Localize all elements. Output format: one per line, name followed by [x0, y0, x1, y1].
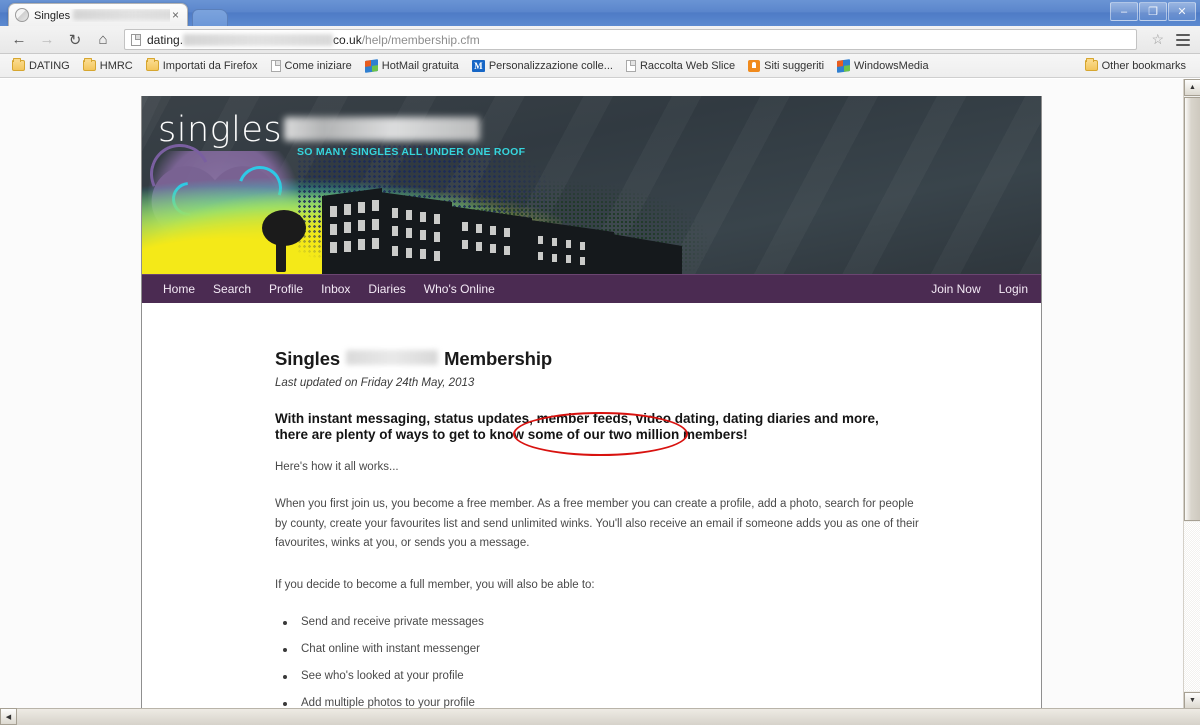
- bookmark-label: HMRC: [99, 59, 133, 72]
- tab-title: Singles: [34, 8, 170, 22]
- home-icon[interactable]: ⌂: [90, 28, 116, 52]
- list-item: Chat online with instant messenger: [275, 643, 1041, 655]
- url-domain: co.uk: [333, 32, 362, 47]
- folder-icon: [12, 58, 25, 71]
- bookmark-item[interactable]: Come iniziare: [265, 58, 358, 74]
- nav-item-diaries[interactable]: Diaries: [359, 282, 414, 296]
- address-bar[interactable]: dating. co.uk/help/membership.cfm: [124, 29, 1138, 50]
- new-tab-button[interactable]: [192, 9, 228, 26]
- site-banner: singles SO MANY SINGLES ALL UNDER ONE RO…: [142, 96, 1041, 274]
- forward-arrow-icon: →: [39, 31, 55, 48]
- bookmark-label: WindowsMedia: [854, 59, 929, 72]
- page-viewport: singles SO MANY SINGLES ALL UNDER ONE RO…: [0, 79, 1200, 709]
- hamburger-menu-icon[interactable]: [1172, 33, 1194, 46]
- tab-title-redacted: [73, 8, 170, 20]
- list-item: Send and receive private messages: [275, 616, 1041, 628]
- other-bookmarks-label: Other bookmarks: [1101, 59, 1186, 72]
- bookmark-star-icon[interactable]: ☆: [1145, 31, 1170, 48]
- last-updated-text: Last updated on Friday 24th May, 2013: [275, 377, 475, 389]
- site-logo-redacted: [284, 117, 481, 141]
- browser-tab[interactable]: Singles ×: [8, 3, 188, 26]
- scroll-left-button[interactable]: ◀: [0, 708, 17, 725]
- url-prefix: dating.: [147, 32, 184, 47]
- browser-toolbar: ← → ↻ ⌂ dating. co.uk/help/membership.cfm…: [0, 26, 1200, 54]
- horizontal-scrollbar-track[interactable]: [17, 708, 1200, 725]
- scroll-up-button[interactable]: ▲: [1184, 79, 1200, 96]
- bookmark-label: DATING: [29, 59, 70, 72]
- vertical-scrollbar-thumb[interactable]: [1184, 97, 1200, 521]
- msn-icon: M: [471, 59, 485, 72]
- horizontal-scrollbar[interactable]: ◀: [0, 708, 1200, 725]
- bookmark-label: Siti suggeriti: [764, 59, 825, 72]
- minimize-button[interactable]: –: [1110, 2, 1138, 21]
- list-item: See who's looked at your profile: [275, 670, 1041, 682]
- bookmark-item[interactable]: DATING: [6, 58, 76, 74]
- page-title-redacted: [346, 350, 439, 365]
- page-icon: [625, 59, 636, 72]
- bookmark-item[interactable]: Raccolta Web Slice: [620, 58, 741, 74]
- how-it-works-subhead: Here's how it all works...: [275, 460, 399, 473]
- bookmark-item[interactable]: M Personalizzazione colle...: [466, 58, 619, 74]
- site-page: singles SO MANY SINGLES ALL UNDER ONE RO…: [141, 96, 1042, 709]
- bulb-icon: [748, 59, 761, 72]
- bookmark-label: Personalizzazione colle...: [488, 59, 613, 72]
- vertical-scrollbar-track[interactable]: [1184, 522, 1200, 691]
- bookmark-item[interactable]: HotMail gratuita: [359, 58, 465, 74]
- page-title-prefix: Singles: [275, 348, 341, 369]
- bookmarks-bar: DATING HMRC Importati da Firefox Come in…: [0, 54, 1200, 78]
- lead-paragraph: With instant messaging, status updates, …: [275, 411, 879, 443]
- tab-close-icon[interactable]: ×: [170, 9, 181, 21]
- city-skyline-graphic: [322, 188, 682, 274]
- join-now-link[interactable]: Join Now: [922, 282, 989, 296]
- scroll-down-button[interactable]: ▼: [1184, 692, 1200, 709]
- bookmark-item[interactable]: HMRC: [77, 58, 139, 74]
- nav-item-profile[interactable]: Profile: [260, 282, 312, 296]
- site-tagline: SO MANY SINGLES ALL UNDER ONE ROOF: [297, 146, 526, 158]
- page-title: Singles Membership: [275, 348, 1041, 370]
- close-button[interactable]: ✕: [1168, 2, 1196, 21]
- maximize-button[interactable]: ❐: [1139, 2, 1167, 21]
- folder-icon: [82, 58, 96, 71]
- windows-icon: [837, 58, 851, 73]
- bookmark-item[interactable]: WindowsMedia: [831, 58, 935, 74]
- page-info-icon: [131, 33, 141, 46]
- free-member-paragraph: When you first join us, you become a fre…: [275, 497, 919, 550]
- windows-icon: [364, 58, 378, 73]
- site-logo-text: singles: [158, 110, 283, 150]
- tab-title-text: Singles: [34, 9, 71, 22]
- site-nav: Home Search Profile Inbox Diaries Who's …: [142, 274, 1041, 303]
- bookmark-item[interactable]: Siti suggeriti: [742, 58, 830, 74]
- browser-window: Singles × – ❐ ✕ ← → ↻ ⌂ dating. co.uk/hel…: [0, 0, 1200, 725]
- tree-silhouette-graphic: [262, 210, 322, 272]
- folder-icon: [1084, 58, 1098, 71]
- url-redacted: [183, 33, 334, 46]
- bookmark-label: Importati da Firefox: [162, 59, 258, 72]
- full-member-paragraph: If you decide to become a full member, y…: [275, 579, 595, 592]
- nav-item-search[interactable]: Search: [204, 282, 260, 296]
- login-link[interactable]: Login: [990, 282, 1037, 296]
- reload-icon[interactable]: ↻: [62, 28, 88, 52]
- article-content: Singles Membership Last updated on Friday…: [142, 303, 1041, 709]
- window-controls: – ❐ ✕: [1110, 2, 1196, 21]
- bookmark-item[interactable]: Importati da Firefox: [140, 58, 264, 74]
- page-icon: [270, 59, 281, 72]
- nav-item-home[interactable]: Home: [154, 282, 204, 296]
- nav-item-inbox[interactable]: Inbox: [312, 282, 359, 296]
- bookmark-label: Raccolta Web Slice: [639, 59, 736, 72]
- bookmark-label: Come iniziare: [284, 59, 352, 72]
- folder-icon: [145, 58, 159, 71]
- nav-item-whos-online[interactable]: Who's Online: [415, 282, 504, 296]
- url-path: /help/membership.cfm: [361, 32, 480, 47]
- other-bookmarks-button[interactable]: Other bookmarks: [1079, 58, 1192, 74]
- benefits-list: Send and receive private messages Chat o…: [275, 616, 1041, 709]
- site-nav-right: Join Now Login: [922, 282, 1037, 296]
- back-arrow-icon[interactable]: ←: [6, 28, 32, 52]
- favicon-icon: [15, 8, 29, 22]
- bookmark-label: HotMail gratuita: [381, 59, 459, 72]
- title-bar: Singles × – ❐ ✕: [0, 0, 1200, 26]
- vertical-scrollbar[interactable]: ▲ ▼: [1183, 79, 1200, 709]
- page-title-suffix: Membership: [444, 348, 553, 369]
- site-logo[interactable]: singles: [158, 110, 481, 150]
